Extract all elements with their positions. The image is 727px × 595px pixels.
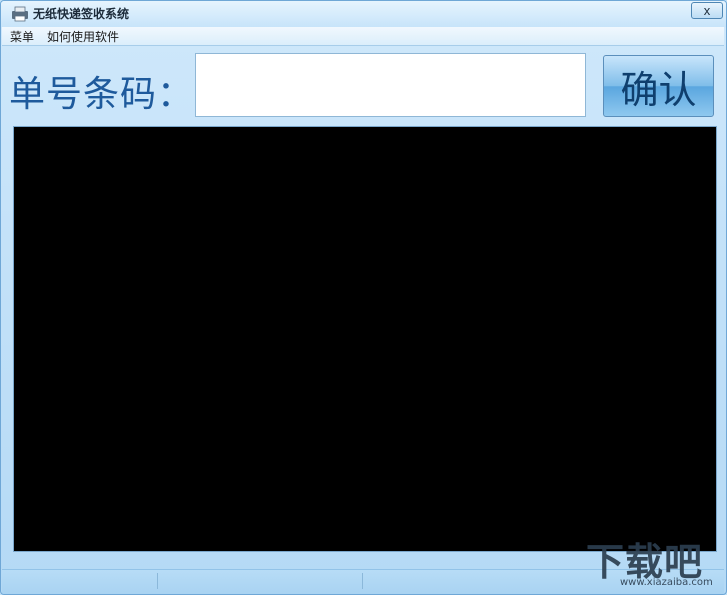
watermark-url: www.xiazaiba.com [620, 577, 713, 588]
watermark: 下载吧 www.xiazaiba.com [586, 531, 721, 591]
close-icon: x [703, 3, 711, 18]
title-bar[interactable]: 无纸快递签收系统 x [1, 1, 726, 27]
status-divider [362, 573, 363, 589]
output-pane [13, 126, 717, 552]
printer-icon [12, 6, 28, 22]
window-title: 无纸快递签收系统 [33, 7, 130, 21]
menu-item-how-to-use[interactable]: 如何使用软件 [47, 28, 119, 45]
close-button[interactable]: x [691, 2, 723, 19]
menu-item-menu[interactable]: 菜单 [10, 28, 34, 45]
barcode-input[interactable] [195, 53, 586, 117]
barcode-label: 单号条码： [9, 74, 195, 115]
status-divider [157, 573, 158, 589]
confirm-button[interactable]: 确认 [603, 55, 714, 117]
app-window: 无纸快递签收系统 x 菜单 如何使用软件 单号条码： 确认 下载吧 www.xi… [0, 0, 727, 595]
menu-bar: 菜单 如何使用软件 [2, 27, 724, 46]
